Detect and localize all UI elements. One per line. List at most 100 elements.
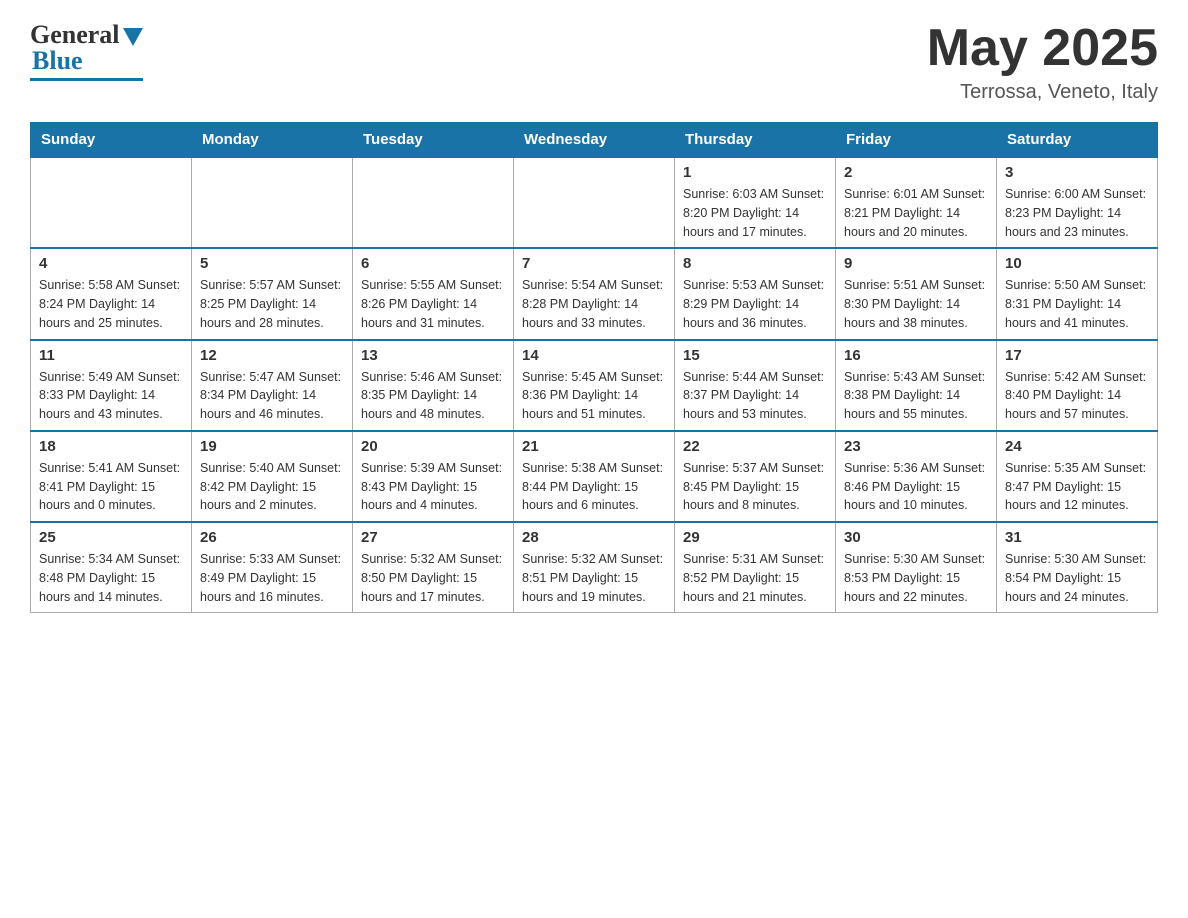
calendar-cell: 20Sunrise: 5:39 AM Sunset: 8:43 PM Dayli…: [353, 431, 514, 522]
calendar-table: SundayMondayTuesdayWednesdayThursdayFrid…: [30, 122, 1158, 613]
calendar-cell: 29Sunrise: 5:31 AM Sunset: 8:52 PM Dayli…: [675, 522, 836, 613]
day-info: Sunrise: 5:45 AM Sunset: 8:36 PM Dayligh…: [522, 368, 666, 424]
day-number: 27: [361, 529, 505, 546]
calendar-cell: 6 Sunrise: 5:55 AM Sunset: 8:26 PM Daylig…: [353, 248, 514, 339]
day-info: Sunrise: 5:38 AM Sunset: 8:44 PM Dayligh…: [522, 459, 666, 515]
day-number: 28: [522, 529, 666, 546]
calendar-cell: 23 Sunrise: 5:36 AM Sunset: 8:46 PM Dayli…: [836, 431, 997, 522]
calendar-cell: 1Sunrise: 6:03 AM Sunset: 8:20 PM Daylig…: [675, 157, 836, 248]
title-area: May 2025 Terrossa, Veneto, Italy: [927, 20, 1158, 104]
calendar-cell: 27 Sunrise: 5:32 AM Sunset: 8:50 PM Dayli…: [353, 522, 514, 613]
day-info: Sunrise: 5:54 AM Sunset: 8:28 PM Dayligh…: [522, 276, 666, 332]
calendar-cell: 10 Sunrise: 5:50 AM Sunset: 8:31 PM Dayli…: [997, 248, 1158, 339]
day-info: Sunrise: 5:30 AM Sunset: 8:53 PM Dayligh…: [844, 550, 988, 606]
day-info: Sunrise: 5:41 AM Sunset: 8:41 PM Dayligh…: [39, 459, 183, 515]
day-info: Sunrise: 5:50 AM Sunset: 8:31 PM Dayligh…: [1005, 276, 1149, 332]
day-number: 2: [844, 164, 988, 181]
calendar-cell: 25 Sunrise: 5:34 AM Sunset: 8:48 PM Dayli…: [31, 522, 192, 613]
title-location: Terrossa, Veneto, Italy: [927, 81, 1158, 104]
day-info: Sunrise: 5:55 AM Sunset: 8:26 PM Dayligh…: [361, 276, 505, 332]
calendar-week-row: 1Sunrise: 6:03 AM Sunset: 8:20 PM Daylig…: [31, 157, 1158, 248]
day-info: Sunrise: 5:32 AM Sunset: 8:51 PM Dayligh…: [522, 550, 666, 606]
day-info: Sunrise: 5:34 AM Sunset: 8:48 PM Dayligh…: [39, 550, 183, 606]
day-info: Sunrise: 6:01 AM Sunset: 8:21 PM Dayligh…: [844, 185, 988, 241]
calendar-cell: 16 Sunrise: 5:43 AM Sunset: 8:38 PM Dayli…: [836, 340, 997, 431]
day-info: Sunrise: 5:39 AM Sunset: 8:43 PM Dayligh…: [361, 459, 505, 515]
logo-text-blue: Blue: [32, 46, 83, 76]
calendar-week-row: 11 Sunrise: 5:49 AM Sunset: 8:33 PM Dayli…: [31, 340, 1158, 431]
calendar-cell: 31 Sunrise: 5:30 AM Sunset: 8:54 PM Dayli…: [997, 522, 1158, 613]
day-number: 3: [1005, 164, 1149, 181]
calendar-cell: 19 Sunrise: 5:40 AM Sunset: 8:42 PM Dayli…: [192, 431, 353, 522]
day-number: 11: [39, 347, 183, 364]
day-info: Sunrise: 5:32 AM Sunset: 8:50 PM Dayligh…: [361, 550, 505, 606]
day-info: Sunrise: 5:49 AM Sunset: 8:33 PM Dayligh…: [39, 368, 183, 424]
weekday-header-thursday: Thursday: [675, 123, 836, 158]
day-info: Sunrise: 5:44 AM Sunset: 8:37 PM Dayligh…: [683, 368, 827, 424]
day-number: 7: [522, 255, 666, 272]
logo-underline: [30, 78, 143, 81]
day-number: 1: [683, 164, 827, 181]
day-info: Sunrise: 5:53 AM Sunset: 8:29 PM Dayligh…: [683, 276, 827, 332]
day-number: 24: [1005, 438, 1149, 455]
weekday-header-monday: Monday: [192, 123, 353, 158]
title-month-year: May 2025: [927, 20, 1158, 77]
day-info: Sunrise: 5:40 AM Sunset: 8:42 PM Dayligh…: [200, 459, 344, 515]
day-info: Sunrise: 5:35 AM Sunset: 8:47 PM Dayligh…: [1005, 459, 1149, 515]
calendar-cell: 28 Sunrise: 5:32 AM Sunset: 8:51 PM Dayli…: [514, 522, 675, 613]
day-number: 19: [200, 438, 344, 455]
day-number: 6: [361, 255, 505, 272]
day-number: 21: [522, 438, 666, 455]
day-number: 30: [844, 529, 988, 546]
calendar-cell: 14Sunrise: 5:45 AM Sunset: 8:36 PM Dayli…: [514, 340, 675, 431]
day-number: 10: [1005, 255, 1149, 272]
calendar-cell: 7 Sunrise: 5:54 AM Sunset: 8:28 PM Daylig…: [514, 248, 675, 339]
day-number: 8: [683, 255, 827, 272]
day-number: 25: [39, 529, 183, 546]
day-number: 22: [683, 438, 827, 455]
day-info: Sunrise: 5:36 AM Sunset: 8:46 PM Dayligh…: [844, 459, 988, 515]
calendar-cell: 9Sunrise: 5:51 AM Sunset: 8:30 PM Daylig…: [836, 248, 997, 339]
day-number: 17: [1005, 347, 1149, 364]
day-number: 16: [844, 347, 988, 364]
day-number: 31: [1005, 529, 1149, 546]
logo: General Blue: [30, 20, 143, 81]
day-info: Sunrise: 5:37 AM Sunset: 8:45 PM Dayligh…: [683, 459, 827, 515]
weekday-header-saturday: Saturday: [997, 123, 1158, 158]
calendar-cell: 22 Sunrise: 5:37 AM Sunset: 8:45 PM Dayli…: [675, 431, 836, 522]
calendar-cell: 2 Sunrise: 6:01 AM Sunset: 8:21 PM Daylig…: [836, 157, 997, 248]
day-number: 12: [200, 347, 344, 364]
day-info: Sunrise: 5:43 AM Sunset: 8:38 PM Dayligh…: [844, 368, 988, 424]
day-info: Sunrise: 6:00 AM Sunset: 8:23 PM Dayligh…: [1005, 185, 1149, 241]
day-number: 18: [39, 438, 183, 455]
calendar-cell: 21 Sunrise: 5:38 AM Sunset: 8:44 PM Dayli…: [514, 431, 675, 522]
weekday-header-wednesday: Wednesday: [514, 123, 675, 158]
day-info: Sunrise: 5:46 AM Sunset: 8:35 PM Dayligh…: [361, 368, 505, 424]
day-info: Sunrise: 5:57 AM Sunset: 8:25 PM Dayligh…: [200, 276, 344, 332]
weekday-header-sunday: Sunday: [31, 123, 192, 158]
day-info: Sunrise: 5:30 AM Sunset: 8:54 PM Dayligh…: [1005, 550, 1149, 606]
day-info: Sunrise: 5:42 AM Sunset: 8:40 PM Dayligh…: [1005, 368, 1149, 424]
calendar-week-row: 18 Sunrise: 5:41 AM Sunset: 8:41 PM Dayli…: [31, 431, 1158, 522]
calendar-cell: 8 Sunrise: 5:53 AM Sunset: 8:29 PM Daylig…: [675, 248, 836, 339]
day-info: Sunrise: 5:58 AM Sunset: 8:24 PM Dayligh…: [39, 276, 183, 332]
logo-triangle-icon: [123, 28, 143, 46]
calendar-cell: 15Sunrise: 5:44 AM Sunset: 8:37 PM Dayli…: [675, 340, 836, 431]
day-number: 23: [844, 438, 988, 455]
calendar-cell: 4Sunrise: 5:58 AM Sunset: 8:24 PM Daylig…: [31, 248, 192, 339]
calendar-cell: 26 Sunrise: 5:33 AM Sunset: 8:49 PM Dayli…: [192, 522, 353, 613]
calendar-week-row: 25 Sunrise: 5:34 AM Sunset: 8:48 PM Dayli…: [31, 522, 1158, 613]
calendar-cell: 11 Sunrise: 5:49 AM Sunset: 8:33 PM Dayli…: [31, 340, 192, 431]
calendar-header-row: SundayMondayTuesdayWednesdayThursdayFrid…: [31, 123, 1158, 158]
day-number: 26: [200, 529, 344, 546]
day-number: 5: [200, 255, 344, 272]
calendar-cell: 24 Sunrise: 5:35 AM Sunset: 8:47 PM Dayli…: [997, 431, 1158, 522]
calendar-week-row: 4Sunrise: 5:58 AM Sunset: 8:24 PM Daylig…: [31, 248, 1158, 339]
calendar-cell: 3 Sunrise: 6:00 AM Sunset: 8:23 PM Daylig…: [997, 157, 1158, 248]
calendar-cell: [353, 157, 514, 248]
day-info: Sunrise: 5:33 AM Sunset: 8:49 PM Dayligh…: [200, 550, 344, 606]
calendar-cell: 5 Sunrise: 5:57 AM Sunset: 8:25 PM Daylig…: [192, 248, 353, 339]
calendar-cell: [192, 157, 353, 248]
calendar-cell: 30 Sunrise: 5:30 AM Sunset: 8:53 PM Dayli…: [836, 522, 997, 613]
day-info: Sunrise: 5:31 AM Sunset: 8:52 PM Dayligh…: [683, 550, 827, 606]
